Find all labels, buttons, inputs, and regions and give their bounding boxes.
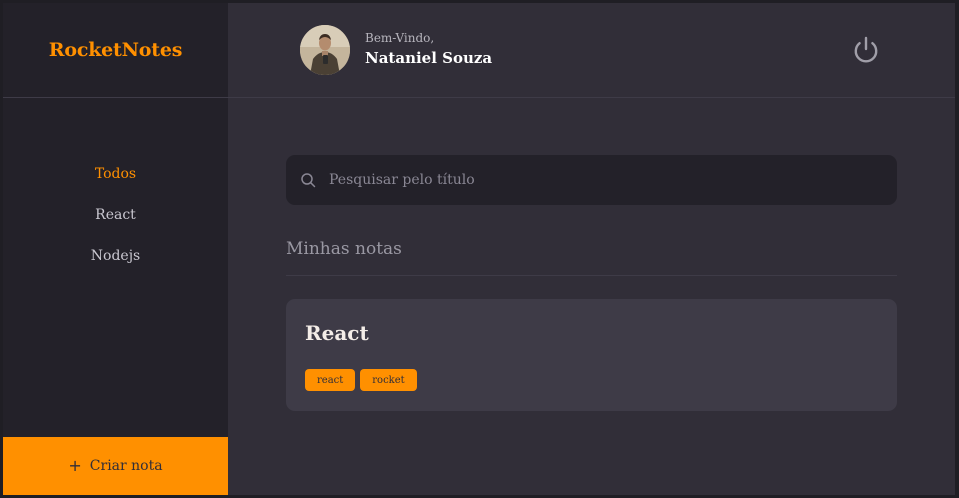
header: Bem-Vindo, Nataniel Souza [3, 3, 955, 98]
search-input[interactable] [327, 164, 871, 196]
note-tags: react rocket [305, 369, 417, 391]
create-note-button[interactable]: + Criar nota [3, 437, 228, 495]
app-window: RocketNotes Todos React Nodejs + Criar n… [3, 3, 955, 495]
power-icon [854, 36, 878, 63]
sidebar-item-nodejs[interactable]: Nodejs [3, 235, 228, 276]
tag-badge: rocket [360, 369, 417, 391]
sidebar-item-react[interactable]: React [3, 194, 228, 235]
user-greeting: Bem-Vindo, Nataniel Souza [365, 31, 492, 67]
create-note-label: Criar nota [89, 458, 163, 474]
section-title: Minhas notas [286, 239, 402, 259]
search-bar [286, 155, 897, 205]
search-icon [301, 173, 316, 188]
note-card[interactable]: React react rocket [286, 299, 897, 411]
user-name[interactable]: Nataniel Souza [365, 49, 492, 67]
greeting-text: Bem-Vindo, [365, 31, 435, 45]
logout-button[interactable] [850, 34, 882, 66]
user-avatar[interactable] [300, 25, 350, 75]
tag-filter-list: Todos React Nodejs [3, 153, 228, 276]
tag-badge: react [305, 369, 356, 391]
plus-icon: + [68, 456, 82, 475]
avatar-image [300, 25, 350, 75]
note-title: React [305, 321, 369, 345]
section-divider [286, 275, 897, 276]
sidebar-item-todos[interactable]: Todos [3, 153, 228, 194]
